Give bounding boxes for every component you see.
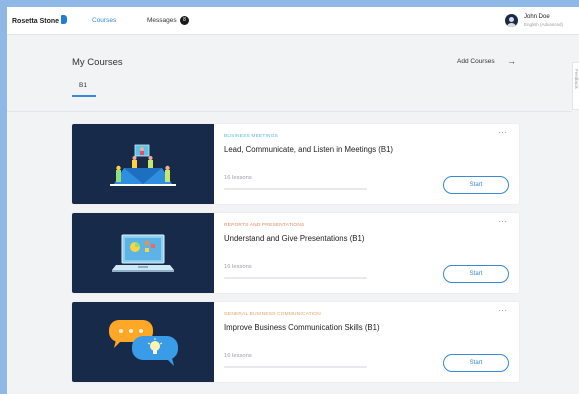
laptop-chart-illustration-icon xyxy=(112,234,174,272)
user-name[interactable]: John Doe xyxy=(524,14,550,20)
start-button[interactable]: Start xyxy=(443,354,509,372)
more-options-icon[interactable]: ··· xyxy=(498,128,508,137)
top-navigation: Rosetta Stone Courses Messages 8 John Do… xyxy=(7,7,579,35)
nav-courses-link[interactable]: Courses xyxy=(92,17,116,24)
nav-messages-link[interactable]: Messages xyxy=(147,17,177,24)
course-category: REPORTS AND PRESENTATIONS xyxy=(224,223,305,228)
user-language-level: English (Advanced) xyxy=(524,22,564,27)
course-title[interactable]: Understand and Give Presentations (B1) xyxy=(224,234,364,243)
course-card-meetings[interactable]: BUSINESS MEETINGS Lead, Communicate, and… xyxy=(72,124,519,204)
messages-count-badge: 8 xyxy=(180,16,189,25)
course-category: BUSINESS MEETINGS xyxy=(224,134,279,139)
tab-b1[interactable]: B1 xyxy=(79,82,87,89)
lesson-count: 16 lessons xyxy=(224,175,252,181)
course-progress-bar xyxy=(224,366,367,368)
feedback-tab[interactable]: Feedback xyxy=(572,62,579,110)
chat-bubbles-illustration-icon xyxy=(109,320,178,366)
user-avatar[interactable] xyxy=(505,14,518,27)
active-tab-indicator xyxy=(72,95,96,97)
logo-text: Rosetta Stone xyxy=(12,18,60,25)
logo-icon xyxy=(61,15,68,24)
arrow-right-icon[interactable]: → xyxy=(507,56,516,66)
course-thumbnail xyxy=(72,124,214,204)
course-card-communication[interactable]: GENERAL BUSINESS COMMUNICATION Improve B… xyxy=(72,302,519,382)
more-options-icon[interactable]: ··· xyxy=(498,217,508,226)
meeting-illustration-icon xyxy=(110,144,176,186)
start-button[interactable]: Start xyxy=(443,265,509,283)
lesson-count: 16 lessons xyxy=(224,353,252,359)
header-divider xyxy=(7,111,572,112)
course-progress-bar xyxy=(224,277,367,279)
course-card-presentations[interactable]: REPORTS AND PRESENTATIONS Understand and… xyxy=(72,213,519,293)
feedback-label: Feedback xyxy=(574,69,579,89)
app-window: Rosetta Stone Courses Messages 8 John Do… xyxy=(7,7,579,394)
course-title[interactable]: Improve Business Communication Skills (B… xyxy=(224,323,380,332)
course-category: GENERAL BUSINESS COMMUNICATION xyxy=(224,312,321,317)
course-thumbnail xyxy=(72,213,214,293)
rosetta-stone-logo[interactable]: Rosetta Stone xyxy=(12,15,68,25)
start-button[interactable]: Start xyxy=(443,176,509,194)
course-thumbnail xyxy=(72,302,214,382)
course-title[interactable]: Lead, Communicate, and Listen in Meeting… xyxy=(224,145,393,154)
more-options-icon[interactable]: ··· xyxy=(498,306,508,315)
course-progress-bar xyxy=(224,188,367,190)
page-title: My Courses xyxy=(72,57,123,68)
lesson-count: 16 lessons xyxy=(224,264,252,270)
add-courses-button[interactable]: Add Courses xyxy=(457,58,495,65)
